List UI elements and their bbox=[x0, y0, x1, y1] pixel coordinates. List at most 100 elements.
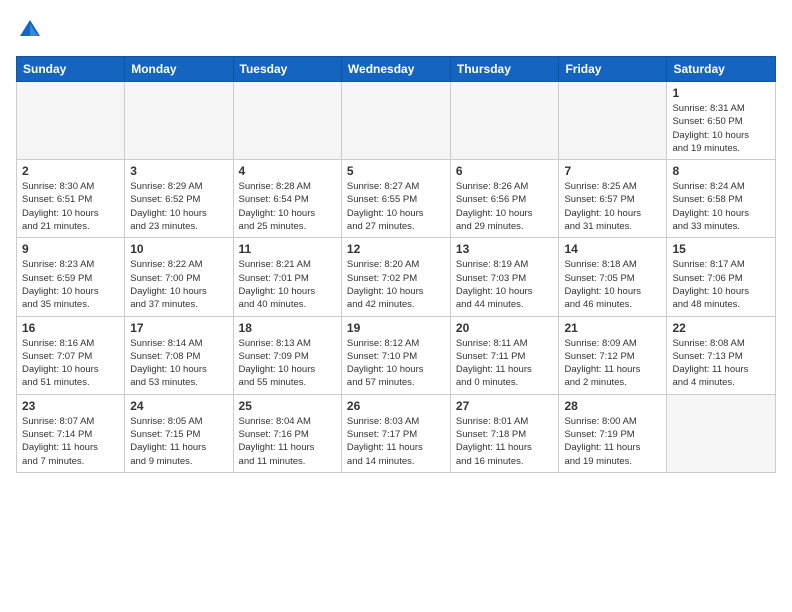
day-info: Sunrise: 8:09 AM Sunset: 7:12 PM Dayligh… bbox=[564, 337, 661, 390]
calendar-day-cell: 8 Sunrise: 8:24 AM Sunset: 6:58 PM Daylig… bbox=[667, 160, 776, 238]
day-number: 20 bbox=[456, 321, 554, 335]
day-number: 14 bbox=[564, 242, 661, 256]
day-info: Sunrise: 8:23 AM Sunset: 6:59 PM Dayligh… bbox=[22, 258, 119, 311]
day-info: Sunrise: 8:12 AM Sunset: 7:10 PM Dayligh… bbox=[347, 337, 445, 390]
weekday-header: Friday bbox=[559, 57, 667, 82]
calendar-day-cell: 4Sunrise: 8:28 AM Sunset: 6:54 PM Daylig… bbox=[233, 160, 341, 238]
calendar-day-cell: 11 Sunrise: 8:21 AM Sunset: 7:01 PM Dayli… bbox=[233, 238, 341, 316]
day-number: 3 bbox=[130, 164, 227, 178]
calendar-day-cell bbox=[341, 82, 450, 160]
logo-icon bbox=[16, 16, 44, 44]
day-number: 21 bbox=[564, 321, 661, 335]
day-number: 7 bbox=[564, 164, 661, 178]
day-number: 23 bbox=[22, 399, 119, 413]
day-number: 24 bbox=[130, 399, 227, 413]
weekday-header: Sunday bbox=[17, 57, 125, 82]
calendar-table: SundayMondayTuesdayWednesdayThursdayFrid… bbox=[16, 56, 776, 473]
calendar-week-row: 9 Sunrise: 8:23 AM Sunset: 6:59 PM Daylig… bbox=[17, 238, 776, 316]
day-info: Sunrise: 8:11 AM Sunset: 7:11 PM Dayligh… bbox=[456, 337, 554, 390]
calendar-day-cell bbox=[450, 82, 559, 160]
day-number: 26 bbox=[347, 399, 445, 413]
calendar-day-cell: 17 Sunrise: 8:14 AM Sunset: 7:08 PM Dayli… bbox=[125, 316, 233, 394]
calendar-day-cell: 1 Sunrise: 8:31 AM Sunset: 6:50 PM Daylig… bbox=[667, 82, 776, 160]
day-info: Sunrise: 8:07 AM Sunset: 7:14 PM Dayligh… bbox=[22, 415, 119, 468]
day-info: Sunrise: 8:22 AM Sunset: 7:00 PM Dayligh… bbox=[130, 258, 227, 311]
day-info: Sunrise: 8:16 AM Sunset: 7:07 PM Dayligh… bbox=[22, 337, 119, 390]
day-info: Sunrise: 8:04 AM Sunset: 7:16 PM Dayligh… bbox=[239, 415, 336, 468]
calendar-week-row: 2 Sunrise: 8:30 AM Sunset: 6:51 PM Daylig… bbox=[17, 160, 776, 238]
calendar-day-cell: 14 Sunrise: 8:18 AM Sunset: 7:05 PM Dayli… bbox=[559, 238, 667, 316]
day-number: 12 bbox=[347, 242, 445, 256]
calendar-week-row: 1 Sunrise: 8:31 AM Sunset: 6:50 PM Daylig… bbox=[17, 82, 776, 160]
day-info: Sunrise: 8:13 AM Sunset: 7:09 PM Dayligh… bbox=[239, 337, 336, 390]
day-number: 18 bbox=[239, 321, 336, 335]
day-info: Sunrise: 8:19 AM Sunset: 7:03 PM Dayligh… bbox=[456, 258, 554, 311]
calendar-day-cell: 10 Sunrise: 8:22 AM Sunset: 7:00 PM Dayli… bbox=[125, 238, 233, 316]
calendar-week-row: 23 Sunrise: 8:07 AM Sunset: 7:14 PM Dayli… bbox=[17, 394, 776, 472]
day-info: Sunrise: 8:17 AM Sunset: 7:06 PM Dayligh… bbox=[672, 258, 770, 311]
day-info: Sunrise: 8:14 AM Sunset: 7:08 PM Dayligh… bbox=[130, 337, 227, 390]
day-info: Sunrise: 8:00 AM Sunset: 7:19 PM Dayligh… bbox=[564, 415, 661, 468]
calendar-day-cell: 23 Sunrise: 8:07 AM Sunset: 7:14 PM Dayli… bbox=[17, 394, 125, 472]
calendar-day-cell: 26 Sunrise: 8:03 AM Sunset: 7:17 PM Dayli… bbox=[341, 394, 450, 472]
weekday-header: Wednesday bbox=[341, 57, 450, 82]
day-info: Sunrise: 8:03 AM Sunset: 7:17 PM Dayligh… bbox=[347, 415, 445, 468]
calendar-day-cell: 28 Sunrise: 8:00 AM Sunset: 7:19 PM Dayli… bbox=[559, 394, 667, 472]
calendar-day-cell: 16 Sunrise: 8:16 AM Sunset: 7:07 PM Dayli… bbox=[17, 316, 125, 394]
calendar-day-cell: 5 Sunrise: 8:27 AM Sunset: 6:55 PM Daylig… bbox=[341, 160, 450, 238]
day-number: 11 bbox=[239, 242, 336, 256]
calendar-day-cell: 18 Sunrise: 8:13 AM Sunset: 7:09 PM Dayli… bbox=[233, 316, 341, 394]
calendar-day-cell: 13 Sunrise: 8:19 AM Sunset: 7:03 PM Dayli… bbox=[450, 238, 559, 316]
day-number: 28 bbox=[564, 399, 661, 413]
day-info: Sunrise: 8:27 AM Sunset: 6:55 PM Dayligh… bbox=[347, 180, 445, 233]
calendar-day-cell: 21 Sunrise: 8:09 AM Sunset: 7:12 PM Dayli… bbox=[559, 316, 667, 394]
calendar-day-cell: 15 Sunrise: 8:17 AM Sunset: 7:06 PM Dayli… bbox=[667, 238, 776, 316]
calendar-day-cell bbox=[125, 82, 233, 160]
day-number: 5 bbox=[347, 164, 445, 178]
logo bbox=[16, 16, 48, 44]
day-number: 8 bbox=[672, 164, 770, 178]
day-number: 16 bbox=[22, 321, 119, 335]
day-number: 25 bbox=[239, 399, 336, 413]
page-header bbox=[16, 16, 776, 44]
calendar-day-cell: 3Sunrise: 8:29 AM Sunset: 6:52 PM Daylig… bbox=[125, 160, 233, 238]
calendar-day-cell: 24 Sunrise: 8:05 AM Sunset: 7:15 PM Dayli… bbox=[125, 394, 233, 472]
calendar-day-cell: 25 Sunrise: 8:04 AM Sunset: 7:16 PM Dayli… bbox=[233, 394, 341, 472]
day-number: 9 bbox=[22, 242, 119, 256]
day-info: Sunrise: 8:01 AM Sunset: 7:18 PM Dayligh… bbox=[456, 415, 554, 468]
day-number: 17 bbox=[130, 321, 227, 335]
day-number: 19 bbox=[347, 321, 445, 335]
day-info: Sunrise: 8:30 AM Sunset: 6:51 PM Dayligh… bbox=[22, 180, 119, 233]
day-info: Sunrise: 8:05 AM Sunset: 7:15 PM Dayligh… bbox=[130, 415, 227, 468]
calendar-day-cell: 2 Sunrise: 8:30 AM Sunset: 6:51 PM Daylig… bbox=[17, 160, 125, 238]
day-number: 10 bbox=[130, 242, 227, 256]
weekday-header: Saturday bbox=[667, 57, 776, 82]
day-number: 27 bbox=[456, 399, 554, 413]
day-number: 22 bbox=[672, 321, 770, 335]
calendar-day-cell: 20 Sunrise: 8:11 AM Sunset: 7:11 PM Dayli… bbox=[450, 316, 559, 394]
calendar-day-cell: 7Sunrise: 8:25 AM Sunset: 6:57 PM Daylig… bbox=[559, 160, 667, 238]
day-info: Sunrise: 8:18 AM Sunset: 7:05 PM Dayligh… bbox=[564, 258, 661, 311]
day-info: Sunrise: 8:21 AM Sunset: 7:01 PM Dayligh… bbox=[239, 258, 336, 311]
calendar-day-cell bbox=[17, 82, 125, 160]
day-info: Sunrise: 8:31 AM Sunset: 6:50 PM Dayligh… bbox=[672, 102, 770, 155]
day-info: Sunrise: 8:20 AM Sunset: 7:02 PM Dayligh… bbox=[347, 258, 445, 311]
calendar-day-cell: 12 Sunrise: 8:20 AM Sunset: 7:02 PM Dayli… bbox=[341, 238, 450, 316]
day-info: Sunrise: 8:24 AM Sunset: 6:58 PM Dayligh… bbox=[672, 180, 770, 233]
day-number: 1 bbox=[672, 86, 770, 100]
weekday-header: Tuesday bbox=[233, 57, 341, 82]
calendar-day-cell: 22 Sunrise: 8:08 AM Sunset: 7:13 PM Dayli… bbox=[667, 316, 776, 394]
calendar-day-cell: 19 Sunrise: 8:12 AM Sunset: 7:10 PM Dayli… bbox=[341, 316, 450, 394]
weekday-header: Thursday bbox=[450, 57, 559, 82]
calendar-day-cell: 9 Sunrise: 8:23 AM Sunset: 6:59 PM Daylig… bbox=[17, 238, 125, 316]
day-number: 13 bbox=[456, 242, 554, 256]
calendar-week-row: 16 Sunrise: 8:16 AM Sunset: 7:07 PM Dayli… bbox=[17, 316, 776, 394]
day-number: 6 bbox=[456, 164, 554, 178]
day-number: 2 bbox=[22, 164, 119, 178]
weekday-header-row: SundayMondayTuesdayWednesdayThursdayFrid… bbox=[17, 57, 776, 82]
day-number: 4 bbox=[239, 164, 336, 178]
day-info: Sunrise: 8:08 AM Sunset: 7:13 PM Dayligh… bbox=[672, 337, 770, 390]
day-number: 15 bbox=[672, 242, 770, 256]
weekday-header: Monday bbox=[125, 57, 233, 82]
day-info: Sunrise: 8:26 AM Sunset: 6:56 PM Dayligh… bbox=[456, 180, 554, 233]
